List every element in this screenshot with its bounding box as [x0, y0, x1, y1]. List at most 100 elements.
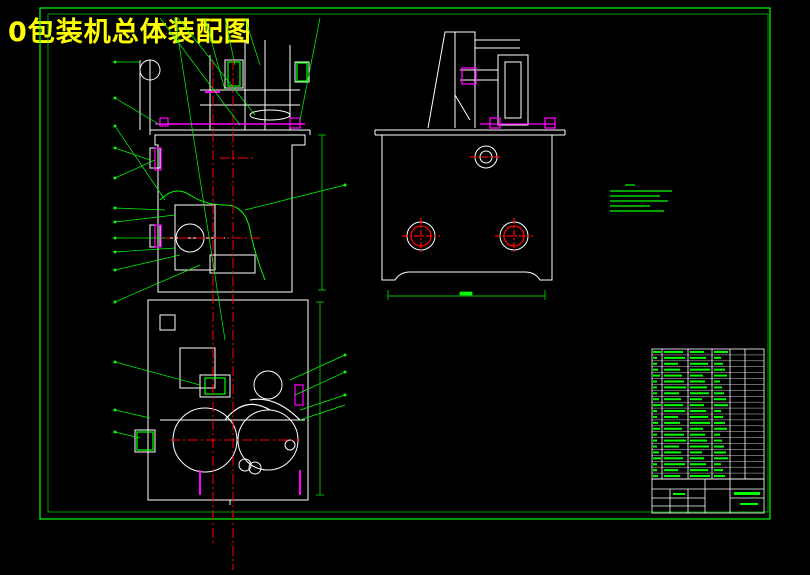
parts-list-cell-mark [714, 475, 725, 478]
parts-list-cell-mark [664, 439, 686, 442]
parts-list-cell-mark [714, 421, 725, 424]
parts-list-cell-mark [714, 386, 722, 389]
parts-list-cell-mark [714, 362, 723, 365]
parts-list-cell-mark [653, 368, 658, 371]
parts-list-cell-mark [714, 398, 726, 401]
parts-list-cell-mark [690, 433, 705, 436]
parts-list-cell-mark [664, 427, 682, 430]
parts-list-cell-mark [690, 392, 709, 395]
parts-list-cell-mark [653, 356, 657, 359]
parts-list-cell-mark [664, 415, 678, 418]
parts-list-cell-mark [714, 404, 728, 407]
parts-list-cell-mark [690, 457, 704, 460]
parts-list-cell-mark [714, 410, 721, 413]
parts-list-cell-mark [690, 463, 706, 466]
side-view-assembly [374, 31, 566, 281]
parts-list-cell-mark [714, 451, 726, 454]
parts-list-cell-mark [653, 362, 657, 365]
parts-list-cell-mark [714, 380, 720, 383]
cad-drawing-canvas [39, 7, 771, 570]
parts-list-cell-mark [653, 380, 657, 383]
parts-list-cell-mark [714, 439, 722, 442]
parts-list-cell-mark [653, 398, 659, 401]
parts-list-cell-mark [653, 374, 660, 377]
title-block-marks [673, 492, 760, 505]
parts-list-cell-mark [690, 374, 703, 377]
parts-list-cell-mark [664, 392, 679, 395]
parts-list-rows [652, 354, 764, 474]
parts-list-cell-mark [653, 404, 661, 407]
parts-list-cell-mark [690, 415, 708, 418]
parts-list-cell-mark [690, 421, 710, 424]
parts-list-cell-mark [714, 415, 723, 418]
parts-list-cell-mark [653, 445, 657, 448]
side-view-dimension [387, 290, 546, 300]
parts-list-cell-mark [653, 475, 658, 478]
parts-list-cell-mark [690, 469, 708, 472]
parts-list-cell-mark [690, 410, 706, 413]
parts-list-cell-mark [714, 356, 721, 359]
parts-list-cell-mark [690, 451, 702, 454]
parts-list-cell-mark [714, 463, 721, 466]
parts-list-cell-mark [664, 350, 683, 353]
parts-list-cell-mark [653, 386, 657, 389]
parts-list-cell-mark [653, 457, 661, 460]
parts-list-cell-mark [714, 469, 723, 472]
parts-list-cell-mark [653, 463, 657, 466]
parts-list-cell-mark [690, 445, 709, 448]
side-view-highlights [402, 67, 556, 254]
parts-list-cell-mark [690, 475, 710, 478]
parts-list-cell-mark [690, 350, 704, 353]
parts-list-cell-mark [690, 368, 710, 371]
parts-list-cell-mark [664, 475, 680, 478]
parts-list-cell-mark [714, 368, 725, 371]
parts-list-cell-mark [664, 463, 685, 466]
parts-list-cell-mark [714, 392, 724, 395]
parts-list-cell-mark [653, 433, 657, 436]
parts-list-cell-mark [664, 457, 683, 460]
technical-notes [610, 184, 672, 212]
parts-list-cell-mark [653, 427, 660, 430]
parts-list-cell-mark [653, 421, 658, 424]
front-view-lower-assembly [134, 299, 309, 505]
parts-list-cell-mark [664, 374, 682, 377]
parts-list-cell-mark [690, 398, 702, 401]
parts-list-cell-mark [664, 410, 685, 413]
parts-list-cell-mark [653, 415, 657, 418]
centerlines [160, 60, 300, 570]
parts-list-cell-mark [664, 362, 678, 365]
front-view-upper-assembly [139, 40, 311, 293]
parts-list-cell-mark [690, 362, 708, 365]
parts-list-cell-mark [714, 433, 720, 436]
parts-list-cell-mark [653, 451, 659, 454]
parts-list-cell-mark [690, 380, 705, 383]
parts-list-cell-mark [653, 350, 661, 353]
parts-list-cell-mark [653, 392, 657, 395]
parts-list-cell-mark [664, 368, 680, 371]
parts-list-cell-mark [664, 380, 684, 383]
title-block [651, 478, 765, 514]
parts-list-cell-mark [664, 386, 686, 389]
parts-list-cell-mark [714, 350, 728, 353]
parts-list-cell-mark [714, 374, 727, 377]
parts-list-cell-mark [664, 421, 680, 424]
parts-list-cell-mark [690, 356, 706, 359]
parts-list-cell-mark [653, 410, 657, 413]
parts-list-cell-mark [690, 404, 704, 407]
parts-list-cell-mark [664, 469, 678, 472]
parts-list-cell-mark [664, 398, 681, 401]
parts-list-cell-mark [664, 404, 683, 407]
parts-list-cell-mark [664, 445, 679, 448]
parts-list-cell-mark [653, 469, 657, 472]
parts-list-cell-mark [664, 433, 684, 436]
parts-list-cell-mark [664, 356, 685, 359]
parts-list-cell-mark [714, 445, 724, 448]
parts-list-cell-mark [690, 427, 703, 430]
parts-list-cell-mark [664, 451, 681, 454]
front-view-dimensions [316, 134, 326, 496]
parts-list-cell-mark [714, 427, 727, 430]
parts-list-cell-mark [653, 439, 657, 442]
front-view-lower-highlights [136, 377, 304, 495]
parts-list-cell-mark [690, 386, 707, 389]
parts-list-cell-mark [690, 439, 707, 442]
